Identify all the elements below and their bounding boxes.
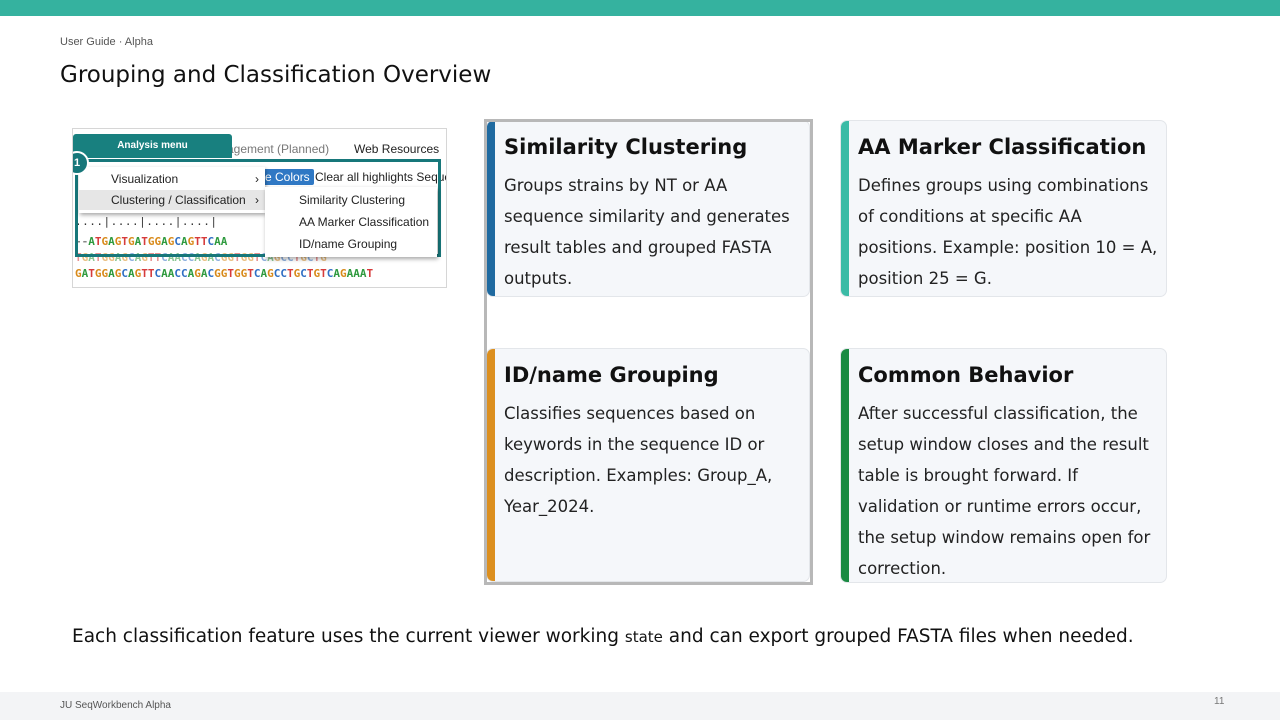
submenu-item-similarity-clustering[interactable]: Similarity Clustering: [299, 193, 405, 207]
menu-item-management[interactable]: agement (Planned): [227, 142, 329, 156]
menu-item-clustering-classification[interactable]: Clustering / Classification ›: [79, 190, 265, 210]
card-title: Common Behavior: [858, 363, 1074, 387]
analysis-menu-button[interactable]: Analysis menu: [73, 134, 232, 158]
card-body: After successful classification, the set…: [858, 404, 1151, 578]
summary-text: Each classification feature uses the cur…: [72, 626, 1134, 647]
card-id-name-grouping: ID/name Grouping Classifies sequences ba…: [486, 348, 810, 582]
menu-item-web-resources[interactable]: Web Resources: [354, 142, 439, 156]
menu-item-label: Visualization: [111, 172, 179, 186]
card-accent: [487, 349, 495, 581]
classification-submenu: Similarity Clustering AA Marker Classifi…: [265, 187, 437, 257]
card-accent: [841, 121, 849, 296]
analysis-menu-screenshot: agement (Planned) Web Resources e Colors…: [72, 128, 447, 288]
footer: JU SeqWorkbench Alpha 11: [0, 692, 1280, 720]
summary-part: state: [624, 628, 663, 646]
card-title: Similarity Clustering: [504, 135, 748, 159]
card-body: Groups strains by NT or AA sequence simi…: [504, 176, 790, 288]
card-similarity-clustering: Similarity Clustering Groups strains by …: [486, 120, 810, 297]
chevron-right-icon: ›: [255, 172, 259, 186]
submenu-item-aa-marker-classification[interactable]: AA Marker Classification: [299, 215, 429, 229]
card-common-behavior: Common Behavior After successful classif…: [840, 348, 1167, 583]
chevron-right-icon: ›: [255, 193, 259, 207]
card-body: Classifies sequences based on keywords i…: [504, 404, 773, 516]
card-body: Defines groups using combinations of con…: [858, 176, 1158, 288]
breadcrumb: User Guide · Alpha: [60, 36, 153, 48]
page-number: 11: [1214, 696, 1225, 707]
analysis-dropdown: Visualization › Clustering / Classificat…: [79, 167, 265, 213]
card-aa-marker-classification: AA Marker Classification Defines groups …: [840, 120, 1167, 297]
submenu-item-id-name-grouping[interactable]: ID/name Grouping: [299, 237, 397, 251]
page-title: Grouping and Classification Overview: [60, 62, 492, 88]
card-accent: [841, 349, 849, 582]
card-accent: [487, 121, 495, 296]
summary-part: Each classification feature uses the cur…: [72, 626, 625, 647]
menu-item-label: Clustering / Classification: [111, 193, 246, 207]
top-accent-bar: [0, 0, 1280, 16]
card-title: ID/name Grouping: [504, 363, 719, 387]
sequence-row: GATGGAGCAGTTCAACCAGACGGTGGTCAGCCTGCTGTCA…: [75, 267, 374, 280]
footer-label: JU SeqWorkbench Alpha: [60, 700, 171, 711]
summary-part: and can export grouped FASTA files when …: [662, 626, 1134, 647]
menu-item-visualization[interactable]: Visualization ›: [79, 169, 265, 189]
card-title: AA Marker Classification: [858, 135, 1147, 159]
